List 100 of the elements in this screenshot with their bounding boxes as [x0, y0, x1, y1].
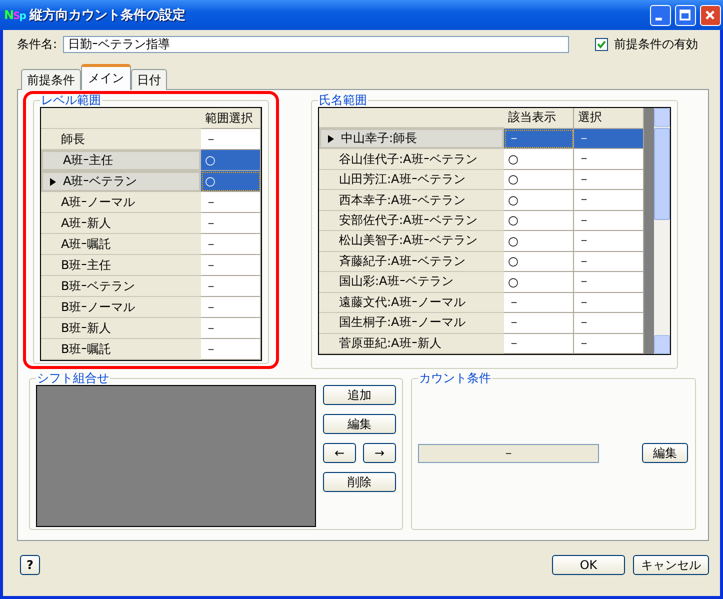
row-header[interactable]: B班ｰベテラン [41, 276, 201, 297]
level-label: A班ｰ主任 [63, 152, 114, 169]
row-header[interactable]: 安部佐代子:A班ｰベテラン [319, 210, 504, 232]
table-cell[interactable]: － [504, 334, 574, 354]
tab[interactable]: 日付 [131, 69, 167, 90]
table-cell[interactable]: ○ [504, 190, 574, 210]
table-cell[interactable]: － [201, 318, 261, 339]
tab[interactable]: メイン [81, 64, 131, 90]
row-header[interactable]: 松山美智子:A班ｰベテラン [319, 231, 504, 252]
table-cell[interactable]: － [574, 190, 644, 210]
name-label: 菅原亜紀:A班ｰ新人 [339, 334, 442, 352]
table-cell[interactable]: ○ [504, 210, 574, 231]
name-label: 国山彩:A班ｰベテラン [339, 273, 454, 290]
table-cell[interactable]: － [574, 231, 644, 252]
checkbox-label: 前提条件の有効 [614, 36, 698, 53]
condition-name-field[interactable]: 日勤ｰベテラン指導 [63, 36, 570, 53]
ok-button[interactable]: OK [552, 555, 625, 575]
level-label: 師長 [61, 130, 85, 148]
table-cell[interactable]: － [201, 339, 261, 360]
table-cell[interactable]: － [574, 170, 644, 190]
column-header[interactable]: 選択 [574, 108, 644, 128]
table-cell[interactable]: － [201, 234, 261, 255]
row-header[interactable]: 師長 [41, 129, 201, 150]
tab[interactable]: 前提条件 [21, 69, 81, 90]
row-header[interactable]: 菅原亜紀:A班ｰ新人 [319, 334, 504, 354]
name-label: 斉藤紀子:A班ｰベテラン [339, 252, 466, 270]
left-button[interactable]: ← [323, 443, 356, 463]
delete-button[interactable]: 削除 [323, 472, 396, 492]
row-header[interactable]: A班ｰ新人 [41, 213, 201, 234]
table-cell[interactable]: － [201, 255, 261, 276]
name-label: 国生桐子:A班ｰノーマル [339, 314, 466, 332]
row-header[interactable]: 谷山佳代子:A班ｰベテラン [319, 149, 504, 170]
table-cell[interactable]: － [201, 213, 261, 234]
table-cell[interactable]: ○ [504, 149, 574, 170]
table-cell[interactable]: － [504, 128, 574, 149]
column-header[interactable]: 範囲選択 [201, 108, 261, 129]
table-cell[interactable]: ○ [504, 170, 574, 190]
table-cell[interactable]: ○ [504, 252, 574, 272]
table-cell[interactable]: － [504, 313, 574, 334]
group-title: シフト組合せ [36, 372, 110, 385]
edit-button[interactable]: 編集 [323, 414, 396, 434]
row-header[interactable]: 国山彩:A班ｰベテラン [319, 272, 504, 293]
app-logo: NSp [4, 8, 26, 22]
table-cell[interactable]: ○ [504, 231, 574, 252]
group-title: レベル範囲 [40, 94, 102, 107]
table-cell[interactable]: － [574, 272, 644, 292]
level-label: B班ｰ新人 [61, 320, 112, 336]
name-label: 西本幸子:A班ｰベテラン [339, 192, 466, 209]
name-label: 安部佐代子:A班ｰベテラン [339, 212, 478, 230]
shift-list[interactable] [36, 385, 316, 527]
table-cell[interactable]: － [201, 192, 261, 213]
checkbox[interactable] [595, 38, 608, 51]
window-title: 縦方向カウント条件の設定 [29, 6, 186, 24]
row-header[interactable]: 山田芳江:A班ｰベテラン [319, 170, 504, 190]
table-cell[interactable]: － [574, 252, 644, 272]
table-cell[interactable]: － [504, 292, 574, 313]
right-button[interactable]: → [363, 443, 396, 463]
row-header[interactable]: 中山幸子:師長 [319, 128, 504, 150]
name-label: 中山幸子:師長 [341, 130, 418, 148]
row-header[interactable]: 遠藤文代:A班ｰノーマル [319, 292, 504, 314]
table-cell[interactable]: － [574, 210, 644, 231]
row-header[interactable]: B班ｰ嘱託 [41, 339, 201, 360]
table-cell[interactable]: － [201, 297, 261, 318]
level-label: B班ｰ主任 [61, 256, 112, 274]
edit-button[interactable]: 編集 [642, 443, 688, 463]
table-cell[interactable]: － [574, 149, 644, 170]
row-header[interactable]: B班ｰノーマル [41, 297, 201, 318]
table-cell[interactable]: ○ [201, 150, 261, 171]
row-header[interactable]: 国生桐子:A班ｰノーマル [319, 313, 504, 334]
table-cell[interactable]: ○ [201, 171, 261, 192]
count-condition-field: － [418, 444, 599, 462]
table-cell[interactable]: ○ [504, 272, 574, 292]
level-label: A班ｰノーマル [61, 194, 136, 210]
maximize-icon[interactable] [675, 4, 696, 26]
level-label: A班ｰベテラン [63, 173, 138, 190]
scrollbar[interactable] [654, 108, 670, 354]
level-label: A班ｰ嘱託 [61, 236, 112, 252]
table-cell[interactable]: － [574, 313, 644, 334]
cancel-button[interactable]: キャンセル [633, 555, 709, 575]
row-header[interactable]: A班ｰベテラン [41, 171, 201, 192]
level-label: A班ｰ新人 [61, 214, 112, 232]
name-label: 谷山佳代子:A班ｰベテラン [339, 150, 478, 168]
row-header[interactable]: 西本幸子:A班ｰベテラン [319, 190, 504, 211]
row-header[interactable]: B班ｰ新人 [41, 318, 201, 339]
close-icon[interactable] [700, 4, 721, 26]
name-label: 松山美智子:A班ｰベテラン [339, 232, 478, 250]
table-cell[interactable]: － [574, 128, 644, 149]
row-header[interactable]: A班ｰノーマル [41, 192, 201, 213]
table-cell[interactable]: － [574, 292, 644, 313]
column-header[interactable]: 該当表示 [504, 108, 574, 128]
table-cell[interactable]: － [201, 129, 261, 150]
add-button[interactable]: 追加 [323, 385, 396, 405]
row-header[interactable]: B班ｰ主任 [41, 255, 201, 276]
row-header[interactable]: A班ｰ主任 [41, 150, 201, 171]
help-button[interactable]: ? [20, 555, 40, 575]
row-header[interactable]: 斉藤紀子:A班ｰベテラン [319, 252, 504, 272]
minimize-icon[interactable] [650, 4, 671, 26]
table-cell[interactable]: － [201, 276, 261, 297]
table-cell[interactable]: － [574, 334, 644, 354]
row-header[interactable]: A班ｰ嘱託 [41, 234, 201, 255]
